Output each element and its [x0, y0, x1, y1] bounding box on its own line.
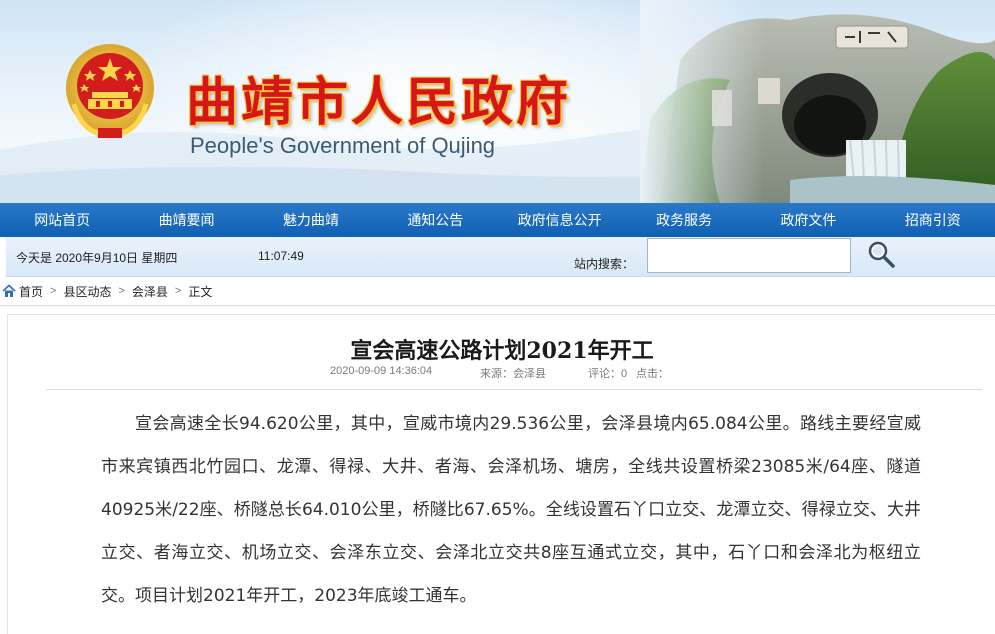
article-source: 来源：会泽县 [480, 368, 546, 380]
main-nav: 网站首页 曲靖要闻 魅力曲靖 通知公告 政府信息公开 政务服务 政府文件 招商引… [0, 203, 995, 237]
site-banner: 曲靖市人民政府 People's Government of Qujing [0, 0, 995, 203]
breadcrumb: 首页 > 县区动态 > 会泽县 > 正文 [0, 279, 995, 303]
search-label: 站内搜索： [574, 257, 635, 271]
magnifier-icon[interactable] [866, 239, 896, 269]
breadcrumb-huize[interactable]: 会泽县 [132, 283, 168, 300]
article-divider [46, 389, 982, 390]
info-bar: 今天是 2020年9月10日 星期四 11:07:49 站内搜索： [6, 237, 995, 277]
nav-item-gov-info[interactable]: 政府信息公开 [498, 203, 622, 237]
site-title: 曲靖市人民政府 [186, 72, 572, 133]
home-icon [2, 284, 16, 297]
nav-item-home[interactable]: 网站首页 [0, 203, 124, 237]
breadcrumb-current: 正文 [188, 284, 213, 299]
current-time: 11:07:49 [258, 249, 304, 263]
site-subtitle: People's Government of Qujing [190, 133, 496, 158]
article-date: 2020-09-09 14:36:04 [330, 365, 433, 377]
nav-item-investment[interactable]: 招商引资 [871, 203, 995, 237]
national-emblem-icon [66, 44, 154, 139]
article-body: 宣会高速全长94.620公里，其中，宣威市境内29.536公里，会泽县境内65.… [101, 414, 921, 606]
nav-item-notices[interactable]: 通知公告 [373, 203, 497, 237]
article-panel: 宣会高速公路计划2021年开工 2020-09-09 14:36:04 来源：会… [7, 314, 995, 634]
nav-item-gov-documents[interactable]: 政府文件 [746, 203, 870, 237]
article-comments: 评论：0 [588, 368, 628, 380]
search-input[interactable] [647, 238, 851, 273]
chevron-right-icon: > [50, 285, 57, 297]
chevron-right-icon: > [174, 285, 182, 297]
nav-item-gov-services[interactable]: 政务服务 [622, 203, 746, 237]
article-clicks: 点击： [636, 368, 669, 380]
breadcrumb-county-news[interactable]: 县区动态 [63, 283, 111, 300]
breadcrumb-divider [0, 305, 995, 306]
banner-scenery-image [640, 0, 995, 203]
chevron-right-icon: > [118, 285, 125, 297]
article-title: 宣会高速公路计划2021年开工 [350, 338, 654, 364]
nav-item-charm-qujing[interactable]: 魅力曲靖 [249, 203, 373, 237]
breadcrumb-home[interactable]: 首页 [19, 283, 43, 300]
nav-item-qujing-news[interactable]: 曲靖要闻 [124, 203, 248, 237]
current-date: 今天是 2020年9月10日 星期四 [16, 251, 178, 265]
